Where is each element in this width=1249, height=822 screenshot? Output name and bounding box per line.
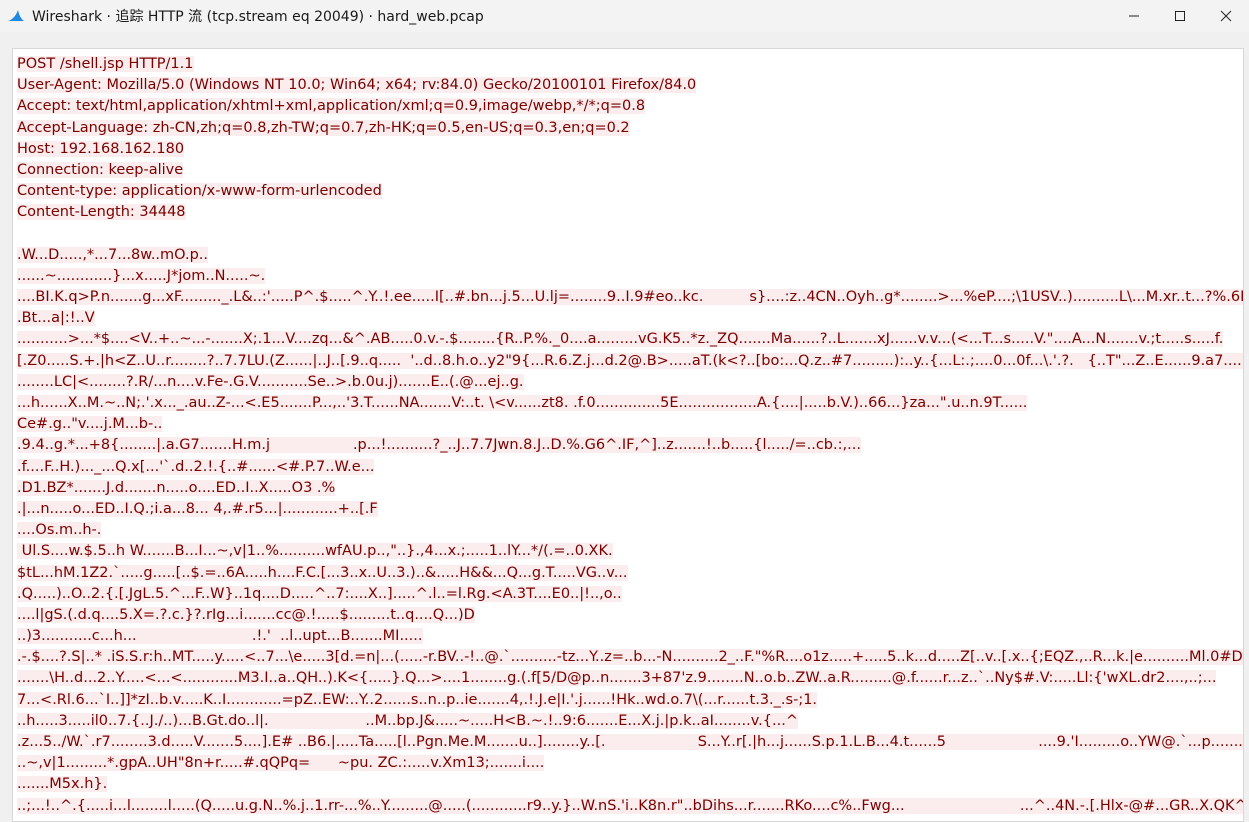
stream-line-text: .Q.....)..O..2.{.[.JgL.5.^...F..W}..1q..… — [17, 585, 622, 602]
stream-line-text: Accept-Language: zh-CN,zh;q=0.8,zh-TW;q=… — [17, 119, 630, 136]
stream-line-text: ..~,v|1.........*.gpA..UH"8n+r.....#.qQP… — [17, 755, 545, 772]
stream-line: Connection: keep-alive — [17, 160, 1243, 181]
window-titlebar[interactable]: Wireshark · 追踪 HTTP 流 (tcp.stream eq 200… — [0, 0, 1249, 32]
stream-line: ......~............}...x.....J*jom..N...… — [17, 266, 1243, 287]
maximize-icon — [1175, 11, 1185, 21]
stream-line: ..~,v|1.........*.gpA..UH"8n+r.....#.qQP… — [17, 753, 1243, 774]
stream-line-text: ....BI.K.q>P.n.......g...xF........._.L&… — [17, 289, 1243, 306]
stream-line: Content-Length: 34448 — [17, 202, 1243, 223]
stream-line-text: .f....F..H.)..._...Q.x[...'`.d..2.!.{..#… — [17, 458, 375, 475]
stream-line-text: Connection: keep-alive — [17, 161, 184, 178]
stream-line-text: Ul.S....w.$.5..h W.......B...I...~,v|1..… — [17, 543, 613, 560]
stream-line: .Bt...a|:!..V — [17, 308, 1243, 329]
stream-line: Ce#.g.."v....j.M...b-.. — [17, 414, 1243, 435]
stream-line-text: Content-type: application/x-www-form-url… — [17, 183, 382, 200]
stream-line: Accept: text/html,application/xhtml+xml,… — [17, 96, 1243, 117]
stream-content-pane[interactable]: POST /shell.jsp HTTP/1.1 User-Agent: Mozi… — [12, 48, 1244, 822]
stream-line: Accept-Language: zh-CN,zh;q=0.8,zh-TW;q=… — [17, 118, 1243, 139]
stream-line: .D1.BZ*.......J.d.......n.....o....ED..I… — [17, 478, 1243, 499]
maximize-button[interactable] — [1157, 0, 1203, 32]
wireshark-fin-icon — [7, 7, 25, 25]
close-button[interactable] — [1203, 0, 1249, 32]
stream-text: POST /shell.jsp HTTP/1.1 User-Agent: Mozi… — [13, 49, 1243, 817]
stream-line: .f....F..H.)..._...Q.x[...'`.d..2.!.{..#… — [17, 457, 1243, 478]
stream-line-text: User-Agent: Mozilla/5.0 (Windows NT 10.0… — [17, 77, 697, 94]
stream-line-text: Accept: text/html,application/xhtml+xml,… — [17, 98, 646, 115]
stream-line: ..)3...........c...h... .!.' ..l..upt...… — [17, 626, 1243, 647]
stream-line-text: POST /shell.jsp HTTP/1.1 — [17, 56, 194, 72]
stream-line: User-Agent: Mozilla/5.0 (Windows NT 10.0… — [17, 75, 1243, 96]
stream-line-text: .-.$....?.S|..* .iS.S.r:h..MT.....y.....… — [17, 649, 1243, 666]
stream-line: $tL...hM.1Z2.`.....g.....[..$.=..6A.....… — [17, 563, 1243, 584]
stream-line: ....BI.K.q>P.n.......g...xF........._.L&… — [17, 287, 1243, 308]
stream-line-text: Ce#.g.."v....j.M...b-.. — [17, 416, 163, 433]
stream-line-text: .D1.BZ*.......J.d.......n.....o....ED..I… — [17, 479, 336, 496]
stream-line-text: ...........>...*$....<V..+..~...-.......… — [17, 331, 1224, 348]
stream-line-text: Host: 192.168.162.180 — [17, 140, 185, 157]
stream-line: ........LC|<........?.R/...n....v.Fe-.G.… — [17, 372, 1243, 393]
stream-line-text: .......\H..d...2..Y.....<...<...........… — [17, 670, 1217, 687]
stream-line-text: .W...D.....,*...7...8w..mO.p.. — [17, 246, 209, 263]
stream-line-text: ....l|gS.(.d.q....5.X=.?.c.}?.rIg...i...… — [17, 606, 475, 623]
stream-line: .z...5../W.`.r7........3.d.....V.......5… — [17, 732, 1243, 753]
stream-line: .Q.....)..O..2.{.[.JgL.5.^...F..W}..1q..… — [17, 584, 1243, 605]
stream-line: ....l|gS.(.d.q....5.X=.?.c.}?.rIg...i...… — [17, 605, 1243, 626]
stream-line-text: .Bt...a|:!..V — [17, 310, 95, 327]
stream-line: Host: 192.168.162.180 — [17, 139, 1243, 160]
stream-line-text: ....Os.m..h-. — [17, 522, 102, 539]
minimize-icon — [1129, 15, 1139, 17]
stream-line-text: $tL...hM.1Z2.`.....g.....[..$.=..6A.....… — [17, 564, 628, 581]
stream-line: ...........>...*$....<V..+..~...-.......… — [17, 329, 1243, 350]
close-icon — [1220, 10, 1232, 22]
stream-line: POST /shell.jsp HTTP/1.1 — [17, 54, 1243, 75]
stream-line-text: ..;...!..^.{.....i...l........l.....(Q..… — [17, 797, 1243, 814]
stream-line: ....Os.m..h-. — [17, 520, 1243, 541]
stream-line-text: 7...<.Rl.6...`I..]]*zI..b.v.....K..I....… — [17, 691, 818, 708]
stream-line-text: Content-Length: 34448 — [17, 204, 186, 221]
window-title: Wireshark · 追踪 HTTP 流 (tcp.stream eq 200… — [32, 9, 484, 25]
stream-line-text: .|...n.....o...ED..I.Q.;i.a...8... 4,.#.… — [17, 500, 378, 517]
stream-line: .9.4..g.*...+8{........|.a.G7.......H.m.… — [17, 435, 1243, 456]
stream-line-text: ........LC|<........?.R/...n....v.Fe-.G.… — [17, 373, 524, 390]
stream-line-text: ..h.....3.....il0..7.{..J./..)...B.Gt.do… — [17, 712, 798, 729]
window-controls — [1111, 0, 1249, 32]
stream-line-text: ......~............}...x.....J*jom..N...… — [17, 267, 266, 284]
stream-line: .W...D.....,*...7...8w..mO.p.. — [17, 245, 1243, 266]
stream-line: ...h......X..M.~..N;.'.x..._.au..Z-...<.… — [17, 393, 1243, 414]
minimize-button[interactable] — [1111, 0, 1157, 32]
stream-line: .......\H..d...2..Y.....<...<...........… — [17, 668, 1243, 689]
stream-line: .-.$....?.S|..* .iS.S.r:h..MT.....y.....… — [17, 647, 1243, 668]
stream-line: ..h.....3.....il0..7.{..J./..)...B.Gt.do… — [17, 711, 1243, 732]
stream-line — [17, 224, 1243, 245]
stream-line: ..;...!..^.{.....i...l........l.....(Q..… — [17, 796, 1243, 817]
stream-line-text: [.Z0.....S.+.|h<Z..U..r........?..7.7LU.… — [17, 352, 1243, 369]
stream-line: [.Z0.....S.+.|h<Z..U..r........?..7.7LU.… — [17, 351, 1243, 372]
stream-line-text: .9.4..g.*...+8{........|.a.G7.......H.m.… — [17, 437, 861, 454]
stream-line: .|...n.....o...ED..I.Q.;i.a...8... 4,.#.… — [17, 499, 1243, 520]
stream-line-text: .z...5../W.`.r7........3.d.....V.......5… — [17, 734, 1243, 750]
stream-line: Ul.S....w.$.5..h W.......B...I...~,v|1..… — [17, 541, 1243, 562]
stream-line-text: .......M5x.h}. — [17, 776, 108, 793]
stream-line-text: ..)3...........c...h... .!.' ..l..upt...… — [17, 628, 423, 645]
stream-line: 7...<.Rl.6...`I..]]*zI..b.v.....K..I....… — [17, 690, 1243, 711]
stream-line: Content-type: application/x-www-form-url… — [17, 181, 1243, 202]
stream-line: .......M5x.h}. — [17, 774, 1243, 795]
stream-line-text: ...h......X..M.~..N;.'.x..._.au..Z-...<.… — [17, 395, 1028, 411]
